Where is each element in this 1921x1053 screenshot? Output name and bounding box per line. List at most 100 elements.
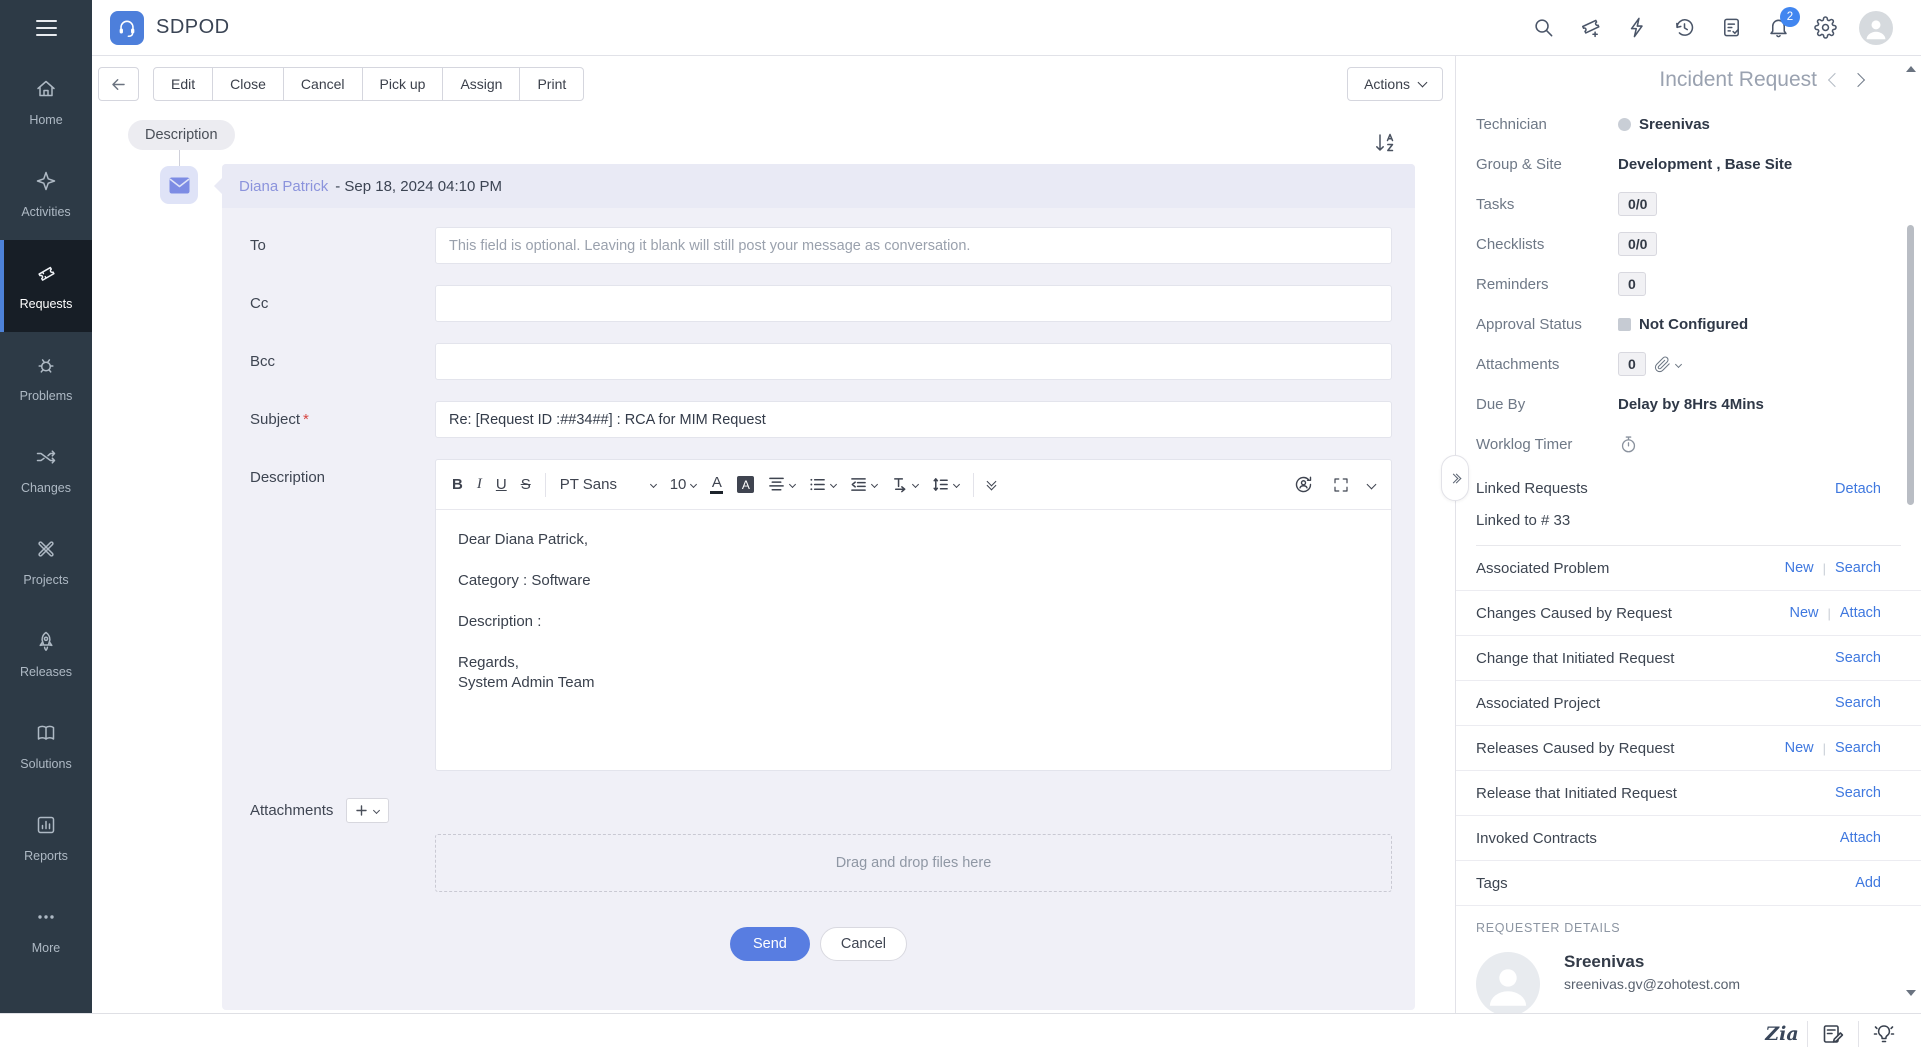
list-dropdown[interactable] <box>809 476 836 493</box>
search-link[interactable]: Search <box>1835 560 1881 576</box>
assign-button[interactable]: Assign <box>443 67 520 101</box>
subject-input[interactable] <box>435 401 1392 438</box>
sender-link[interactable]: Diana Patrick <box>239 178 328 195</box>
due-by-value: Delay by 8Hrs 4Mins <box>1618 396 1764 413</box>
brand[interactable]: SDPOD <box>110 11 230 45</box>
print-button[interactable]: Print <box>520 67 584 101</box>
sidebar-item-solutions[interactable]: Solutions <box>0 700 92 792</box>
line-spacing-dropdown[interactable] <box>932 476 959 493</box>
detach-link[interactable]: Detach <box>1835 481 1881 497</box>
sidebar-item-label: Releases <box>20 665 72 679</box>
attachments-count-badge[interactable]: 0 <box>1618 352 1646 376</box>
settings-icon[interactable] <box>1812 15 1838 41</box>
actions-dropdown-button[interactable]: Actions <box>1347 67 1443 101</box>
previous-request-icon[interactable] <box>1830 75 1840 85</box>
new-link[interactable]: New <box>1785 740 1814 756</box>
zia-icon[interactable]: Zia <box>1757 1014 1807 1053</box>
quick-actions-icon[interactable] <box>1624 15 1650 41</box>
body-line: System Admin Team <box>458 674 1369 691</box>
notification-count-badge: 2 <box>1780 7 1800 27</box>
editor-body[interactable]: Dear Diana Patrick, Category : Software … <box>436 510 1391 770</box>
sidebar-item-more[interactable]: More <box>0 884 92 976</box>
body-line: Description : <box>458 613 1369 630</box>
close-button[interactable]: Close <box>213 67 284 101</box>
worklog-timer-icon[interactable] <box>1618 434 1639 455</box>
insert-canned-response-icon[interactable] <box>1293 474 1314 495</box>
search-link[interactable]: Search <box>1835 650 1881 666</box>
new-link[interactable]: New <box>1785 560 1814 576</box>
font-family-dropdown[interactable]: PT Sans <box>560 476 656 493</box>
align-dropdown[interactable] <box>768 476 795 493</box>
search-icon[interactable] <box>1530 15 1556 41</box>
add-link[interactable]: Add <box>1855 875 1881 891</box>
sidebar-item-home[interactable]: Home <box>0 56 92 148</box>
tasks-count-badge[interactable]: 0/0 <box>1618 192 1657 216</box>
reminders-count-badge[interactable]: 0 <box>1618 272 1646 296</box>
change-initiated-row: Change that Initiated Request Search <box>1456 636 1921 681</box>
collapse-toolbar-icon[interactable] <box>1367 480 1377 490</box>
to-row: To <box>250 227 1392 264</box>
font-color-button[interactable]: A <box>710 475 723 494</box>
text-direction-dropdown[interactable] <box>891 476 918 493</box>
toolbar-separator <box>545 473 546 497</box>
checklists-count-badge[interactable]: 0/0 <box>1618 232 1657 256</box>
cancel-button[interactable]: Cancel <box>820 927 907 961</box>
strikethrough-button[interactable]: S <box>521 476 531 493</box>
request-toolbar: Edit Close Cancel Pick up Assign Print A… <box>92 56 1455 112</box>
create-request-icon[interactable] <box>1577 15 1603 41</box>
font-size-dropdown[interactable]: 10 <box>670 476 697 493</box>
indent-dropdown[interactable] <box>850 476 877 493</box>
conversation-area: Description Diana Patrick - Sep 18, 2024… <box>92 112 1455 1013</box>
next-request-icon[interactable] <box>1853 75 1863 85</box>
sidebar-item-activities[interactable]: Activities <box>0 148 92 240</box>
associated-problem-row: Associated Problem New|Search <box>1456 546 1921 591</box>
add-attachment-button[interactable] <box>346 798 389 823</box>
scrollbar-down-arrow[interactable] <box>1906 990 1916 996</box>
chevron-down-icon <box>690 481 697 488</box>
notifications-icon[interactable]: 2 <box>1765 15 1791 41</box>
sidebar-item-projects[interactable]: Projects <box>0 516 92 608</box>
sidebar-item-reports[interactable]: Reports <box>0 792 92 884</box>
sidebar-item-changes[interactable]: Changes <box>0 424 92 516</box>
back-button[interactable] <box>98 67 139 101</box>
attach-file-control[interactable] <box>1654 356 1681 373</box>
survey-icon[interactable] <box>1718 15 1744 41</box>
description-tab[interactable]: Description <box>128 120 235 150</box>
search-link[interactable]: Search <box>1835 695 1881 711</box>
cc-input[interactable] <box>435 285 1392 322</box>
more-tools-icon[interactable] <box>988 481 995 489</box>
user-avatar[interactable] <box>1859 11 1893 45</box>
new-link[interactable]: New <box>1789 605 1818 621</box>
history-icon[interactable] <box>1671 15 1697 41</box>
highlight-color-button[interactable]: A <box>737 476 754 493</box>
header-notch <box>214 178 222 194</box>
search-link[interactable]: Search <box>1835 740 1881 756</box>
underline-button[interactable]: U <box>496 476 507 493</box>
fullscreen-icon[interactable] <box>1332 476 1350 494</box>
sidebar-item-releases[interactable]: Releases <box>0 608 92 700</box>
bold-button[interactable]: B <box>452 476 463 493</box>
sidebar-item-requests[interactable]: Requests <box>0 240 92 332</box>
collapse-panel-button[interactable] <box>1441 455 1469 501</box>
release-initiated-row: Release that Initiated Request Search <box>1456 771 1921 816</box>
cancel-request-button[interactable]: Cancel <box>284 67 363 101</box>
edit-button[interactable]: Edit <box>153 67 213 101</box>
bcc-input[interactable] <box>435 343 1392 380</box>
to-input[interactable] <box>435 227 1392 264</box>
sidebar-item-label: Reports <box>24 849 68 863</box>
suggestions-icon[interactable] <box>1859 1014 1909 1053</box>
sort-conversations-icon[interactable] <box>1372 130 1398 156</box>
release-notes-icon[interactable] <box>1808 1014 1858 1053</box>
sidebar-item-problems[interactable]: Problems <box>0 332 92 424</box>
hamburger-menu-button[interactable] <box>0 0 92 56</box>
pickup-button[interactable]: Pick up <box>363 67 444 101</box>
linked-to-value: Linked to # 33 <box>1476 512 1881 529</box>
scrollbar-up-arrow[interactable] <box>1906 66 1916 72</box>
search-link[interactable]: Search <box>1835 785 1881 801</box>
file-dropzone[interactable]: Drag and drop files here <box>435 834 1392 892</box>
send-button[interactable]: Send <box>730 927 810 961</box>
italic-button[interactable]: I <box>477 476 482 493</box>
scrollbar-thumb[interactable] <box>1907 225 1914 505</box>
attach-link[interactable]: Attach <box>1840 830 1881 846</box>
attach-link[interactable]: Attach <box>1840 605 1881 621</box>
